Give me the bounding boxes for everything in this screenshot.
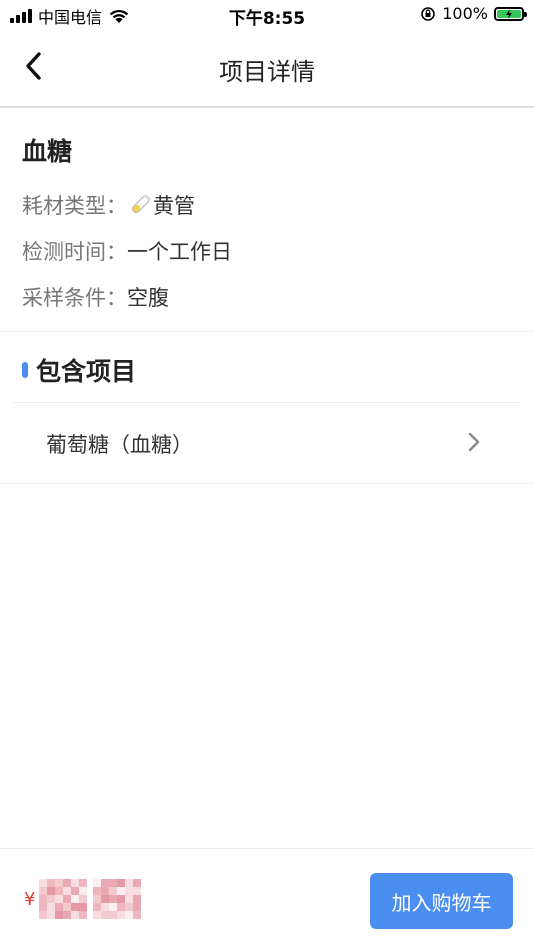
item-name: 血糖	[22, 137, 73, 166]
mosaic-cell	[55, 911, 64, 919]
mosaic-cell	[109, 895, 118, 903]
consumable-value-wrap: 黄管	[127, 190, 195, 220]
mosaic-cell	[63, 887, 72, 895]
mosaic-cell	[101, 911, 110, 919]
mosaic-cell	[101, 887, 110, 895]
mosaic-cell	[117, 879, 126, 887]
mosaic-cell	[133, 911, 142, 919]
mosaic-cell	[63, 879, 72, 887]
mosaic-cell	[39, 911, 48, 919]
mosaic-cell	[71, 879, 80, 887]
section-accent-bar	[22, 362, 28, 378]
mosaic-cell	[39, 903, 48, 911]
mosaic-cell	[93, 887, 102, 895]
mosaic-cell	[47, 879, 56, 887]
mosaic-block	[93, 879, 142, 919]
item-info-section: 血糖 耗材类型： 黄管 检测时间： 一个工作日 采样条件： 空腹	[0, 108, 534, 332]
mosaic-cell	[125, 911, 134, 919]
battery-percent: 100%	[442, 4, 488, 23]
detect-time-value: 一个工作日	[127, 240, 232, 264]
mosaic-cell	[133, 887, 142, 895]
mosaic-cell	[125, 879, 134, 887]
mosaic-cell	[71, 911, 80, 919]
mosaic-cell	[109, 911, 118, 919]
mosaic-cell	[125, 903, 134, 911]
test-tube-icon	[131, 194, 151, 214]
mosaic-block	[39, 879, 88, 919]
mosaic-cell	[117, 903, 126, 911]
mosaic-cell	[125, 887, 134, 895]
sampling-label: 采样条件：	[22, 286, 127, 310]
mosaic-cell	[71, 895, 80, 903]
mosaic-cell	[63, 903, 72, 911]
mosaic-cell	[55, 887, 64, 895]
add-to-cart-button[interactable]: 加入购物车	[370, 873, 513, 929]
mosaic-cell	[93, 879, 102, 887]
section-title: 包含项目	[36, 357, 137, 386]
mosaic-cell	[101, 903, 110, 911]
mosaic-cell	[39, 879, 48, 887]
mosaic-cell	[133, 879, 142, 887]
orientation-lock-icon	[421, 6, 436, 21]
price: ¥	[24, 879, 142, 919]
sampling-row: 采样条件： 空腹	[22, 282, 169, 312]
currency-symbol: ¥	[24, 888, 36, 910]
mosaic-cell	[109, 887, 118, 895]
detect-time-row: 检测时间： 一个工作日	[22, 236, 232, 266]
mosaic-cell	[63, 895, 72, 903]
mosaic-cell	[117, 895, 126, 903]
mosaic-cell	[117, 911, 126, 919]
page-title: 项目详情	[219, 58, 315, 86]
mosaic-cell	[133, 903, 142, 911]
mosaic-cell	[55, 903, 64, 911]
list-item-label: 葡萄糖（血糖）	[46, 433, 193, 457]
status-bar: 中国电信 下午8:55 100%	[0, 0, 534, 30]
consumable-row: 耗材类型： 黄管	[22, 190, 195, 220]
mosaic-cell	[63, 911, 72, 919]
mosaic-cell	[39, 887, 48, 895]
price-pixelated	[39, 879, 142, 919]
nav-bar: 项目详情	[0, 30, 534, 108]
mosaic-cell	[47, 903, 56, 911]
consumable-value: 黄管	[153, 194, 195, 218]
mosaic-cell	[47, 887, 56, 895]
mosaic-cell	[79, 903, 88, 911]
mosaic-cell	[93, 895, 102, 903]
mosaic-cell	[79, 911, 88, 919]
mosaic-cell	[55, 879, 64, 887]
battery-charging-icon	[494, 6, 527, 21]
detect-time-label: 检测时间：	[22, 240, 127, 264]
mosaic-cell	[133, 895, 142, 903]
mosaic-cell	[47, 895, 56, 903]
mosaic-cell	[71, 887, 80, 895]
bottom-bar: ¥ 加入购物车	[0, 848, 534, 950]
chevron-right-icon	[468, 432, 480, 452]
mosaic-cell	[101, 879, 110, 887]
section-header: 包含项目	[22, 352, 136, 388]
mosaic-cell	[93, 903, 102, 911]
included-items-section: 包含项目 葡萄糖（血糖）	[0, 332, 534, 484]
sampling-value: 空腹	[127, 286, 169, 310]
mosaic-cell	[93, 911, 102, 919]
mosaic-cell	[117, 887, 126, 895]
mosaic-cell	[71, 903, 80, 911]
mosaic-cell	[47, 911, 56, 919]
mosaic-cell	[55, 895, 64, 903]
mosaic-cell	[101, 895, 110, 903]
list-item[interactable]: 葡萄糖（血糖）	[0, 403, 534, 483]
mosaic-cell	[109, 903, 118, 911]
mosaic-cell	[39, 895, 48, 903]
mosaic-cell	[125, 895, 134, 903]
mosaic-cell	[109, 879, 118, 887]
mosaic-cell	[79, 879, 88, 887]
screen: 中国电信 下午8:55 100% 项目详情 血糖 耗材类型： 黄管 检测时间： …	[0, 0, 534, 950]
status-right: 100%	[420, 4, 527, 23]
consumable-label: 耗材类型：	[22, 194, 127, 218]
mosaic-cell	[79, 895, 88, 903]
mosaic-cell	[79, 887, 88, 895]
